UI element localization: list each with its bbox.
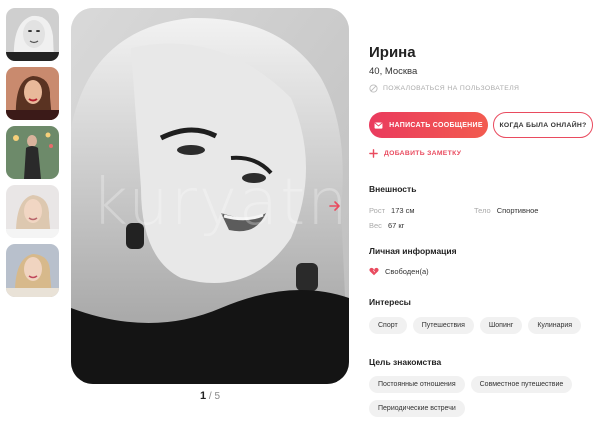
- send-message-label: НАПИСАТЬ СООБЩЕНИЕ: [389, 121, 483, 129]
- tag-chip: Шопинг: [479, 317, 523, 334]
- tag-chip: Кулинария: [528, 317, 582, 334]
- tag-chip: Совместное путешествие: [470, 376, 573, 393]
- portrait-image: [6, 185, 59, 238]
- counter-total: 5: [214, 391, 221, 402]
- body-value: Спортивное: [496, 206, 539, 215]
- profile-age-city: 40, Москва: [369, 66, 418, 77]
- thumbnail-photo[interactable]: [6, 126, 59, 179]
- add-note-label: ДОБАВИТЬ ЗАМЕТКУ: [384, 150, 462, 157]
- body-label: Тело: [474, 206, 491, 215]
- counter-current: 1: [199, 390, 207, 402]
- interests-title: Интересы: [369, 297, 411, 307]
- send-message-button[interactable]: НАПИСАТЬ СООБЩЕНИЕ: [369, 112, 488, 138]
- plus-icon: [369, 149, 378, 158]
- main-photo[interactable]: kuryatnik: [71, 8, 349, 384]
- add-note-link[interactable]: ДОБАВИТЬ ЗАМЕТКУ: [369, 149, 461, 158]
- appearance-title: Внешность: [369, 184, 417, 194]
- portrait-image: [6, 8, 59, 61]
- thumbnail-list: [6, 8, 59, 303]
- broken-heart-icon: [369, 267, 379, 276]
- height-field: Рост 173 см: [369, 206, 415, 215]
- last-online-label: КОГДА БЫЛА ОНЛАЙН?: [499, 121, 587, 129]
- report-user-label: ПОЖАЛОВАТЬСЯ НА ПОЛЬЗОВАТЕЛЯ: [383, 85, 520, 92]
- relationship-status-value: Свободен(а): [385, 267, 429, 276]
- height-label: Рост: [369, 206, 386, 215]
- thumbnail-photo[interactable]: [6, 185, 59, 238]
- tag-chip: Периодические встречи: [369, 400, 465, 417]
- profile-name: Ирина: [369, 44, 416, 61]
- body-field: Тело Спортивное: [474, 206, 538, 215]
- portrait-image: [6, 67, 59, 120]
- tag-chip: Путешествия: [412, 317, 474, 334]
- goal-chip-list: Постоянные отношения Совместное путешеств…: [369, 376, 594, 417]
- block-icon: [369, 84, 378, 93]
- personal-info-title: Личная информация: [369, 246, 457, 256]
- weight-value: 67 кг: [387, 221, 405, 230]
- arrow-right-icon[interactable]: [328, 199, 342, 213]
- portrait-image: [6, 126, 59, 179]
- height-value: 173 см: [391, 206, 415, 215]
- thumbnail-photo[interactable]: [6, 67, 59, 120]
- envelope-icon: [374, 121, 383, 129]
- thumbnail-photo[interactable]: [6, 244, 59, 297]
- counter-separator: /: [208, 391, 212, 402]
- tag-chip: Спорт: [369, 317, 407, 334]
- last-online-button[interactable]: КОГДА БЫЛА ОНЛАЙН?: [493, 112, 593, 138]
- interests-chip-list: Спорт Путешествия Шопинг Кулинария: [369, 317, 594, 334]
- tag-chip: Постоянные отношения: [369, 376, 465, 393]
- thumbnail-photo[interactable]: [6, 8, 59, 61]
- report-user-link[interactable]: ПОЖАЛОВАТЬСЯ НА ПОЛЬЗОВАТЕЛЯ: [369, 84, 519, 93]
- photo-counter: 1 / 5: [160, 390, 260, 402]
- portrait-image: [6, 244, 59, 297]
- weight-label: Вес: [369, 221, 382, 230]
- portrait-image: [71, 8, 349, 384]
- goal-title: Цель знакомства: [369, 357, 442, 367]
- weight-field: Вес 67 кг: [369, 221, 404, 230]
- relationship-status: Свободен(а): [369, 267, 429, 276]
